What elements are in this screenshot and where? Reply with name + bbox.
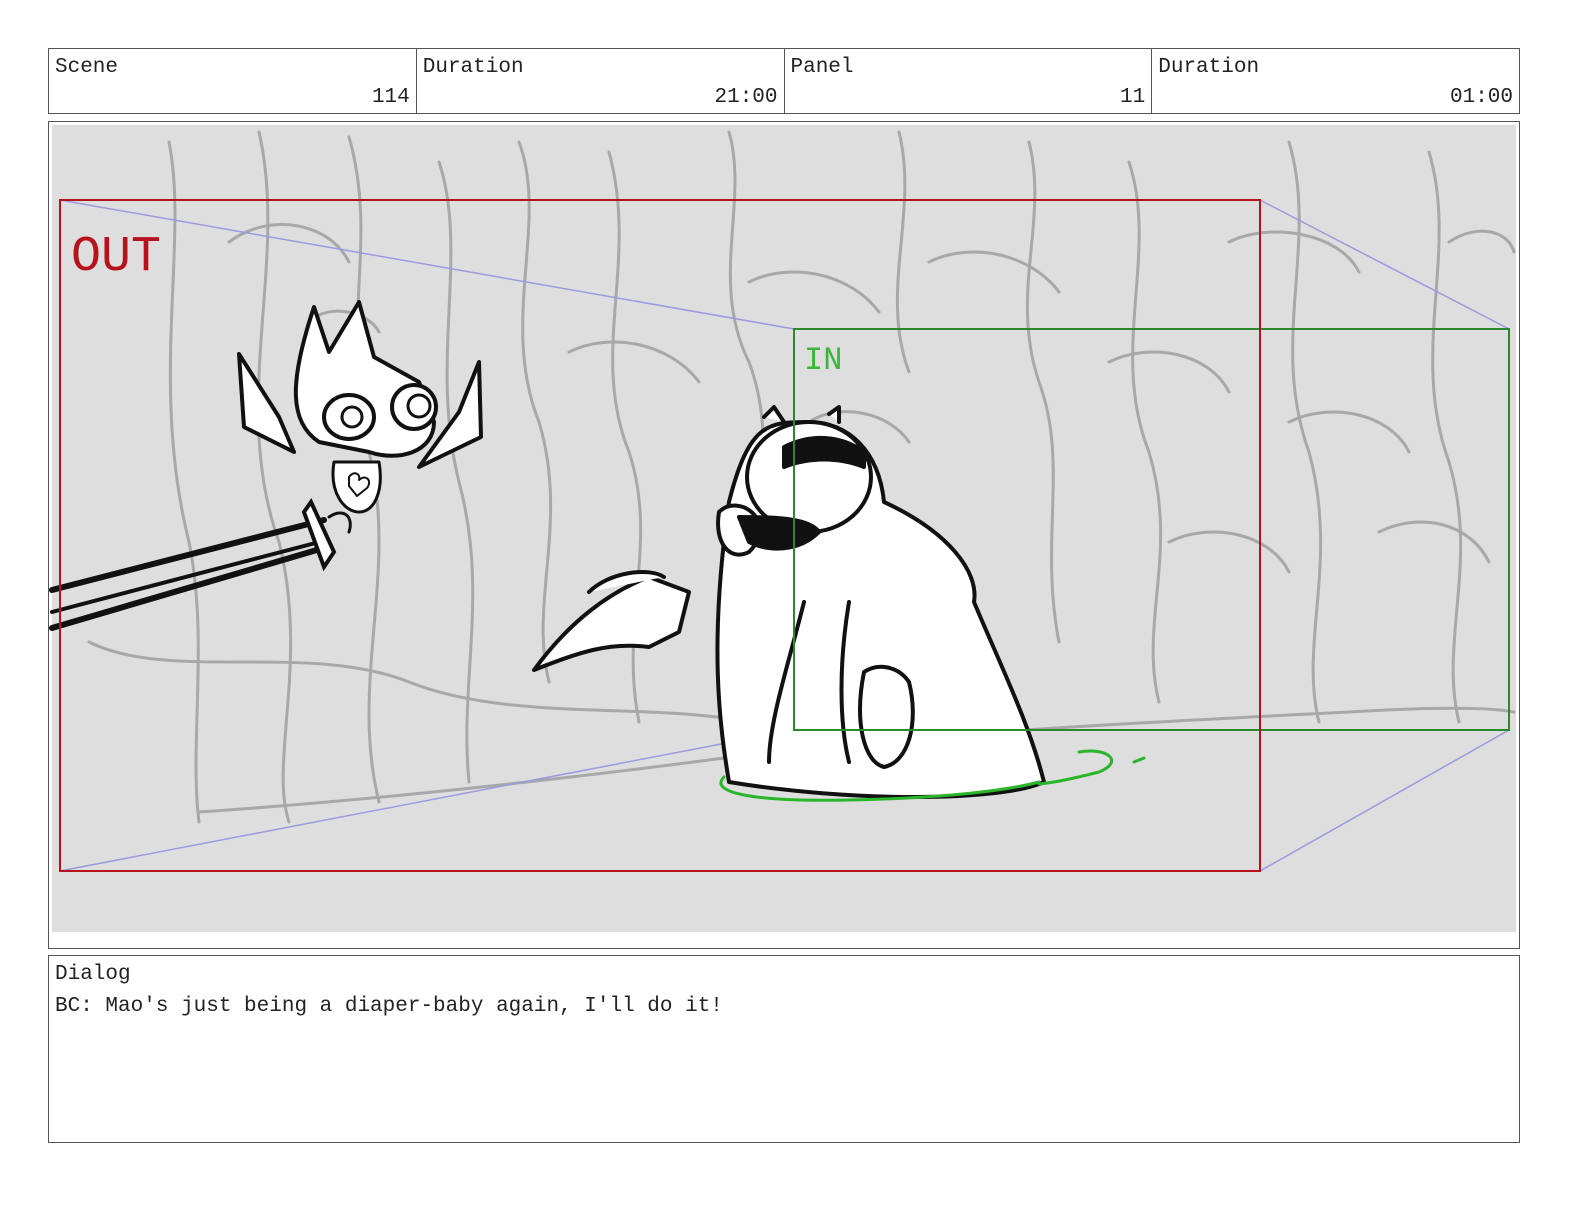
in-frame-label: IN <box>804 342 842 379</box>
scene-duration-label: Duration <box>422 56 524 79</box>
dialog-box: Dialog BC: Mao's just being a diaper-bab… <box>48 955 1520 1143</box>
scene-label: Scene <box>55 56 119 79</box>
out-frame-label: OUT <box>71 229 161 286</box>
panel-duration-cell: Duration 01:00 <box>1152 49 1519 113</box>
scene-cell: Scene 114 <box>49 49 417 113</box>
storyboard-drawing: IN OUT <box>49 125 1516 932</box>
panel-duration-label: Duration <box>1158 56 1260 79</box>
scene-duration-cell: Duration 21:00 <box>417 49 785 113</box>
storyboard-panel: IN OUT <box>48 121 1520 949</box>
dialog-text: BC: Mao's just being a diaper-baby again… <box>55 995 723 1018</box>
panel-info-header: Scene 114 Duration 21:00 Panel 11 Durati… <box>48 48 1520 114</box>
panel-cell: Panel 11 <box>785 49 1153 113</box>
scene-duration-value: 21:00 <box>714 86 778 109</box>
panel-duration-value: 01:00 <box>1449 86 1513 109</box>
dialog-label: Dialog <box>55 963 131 986</box>
scene-number: 114 <box>371 86 410 109</box>
panel-number: 11 <box>1120 86 1146 109</box>
panel-label: Panel <box>790 56 854 79</box>
